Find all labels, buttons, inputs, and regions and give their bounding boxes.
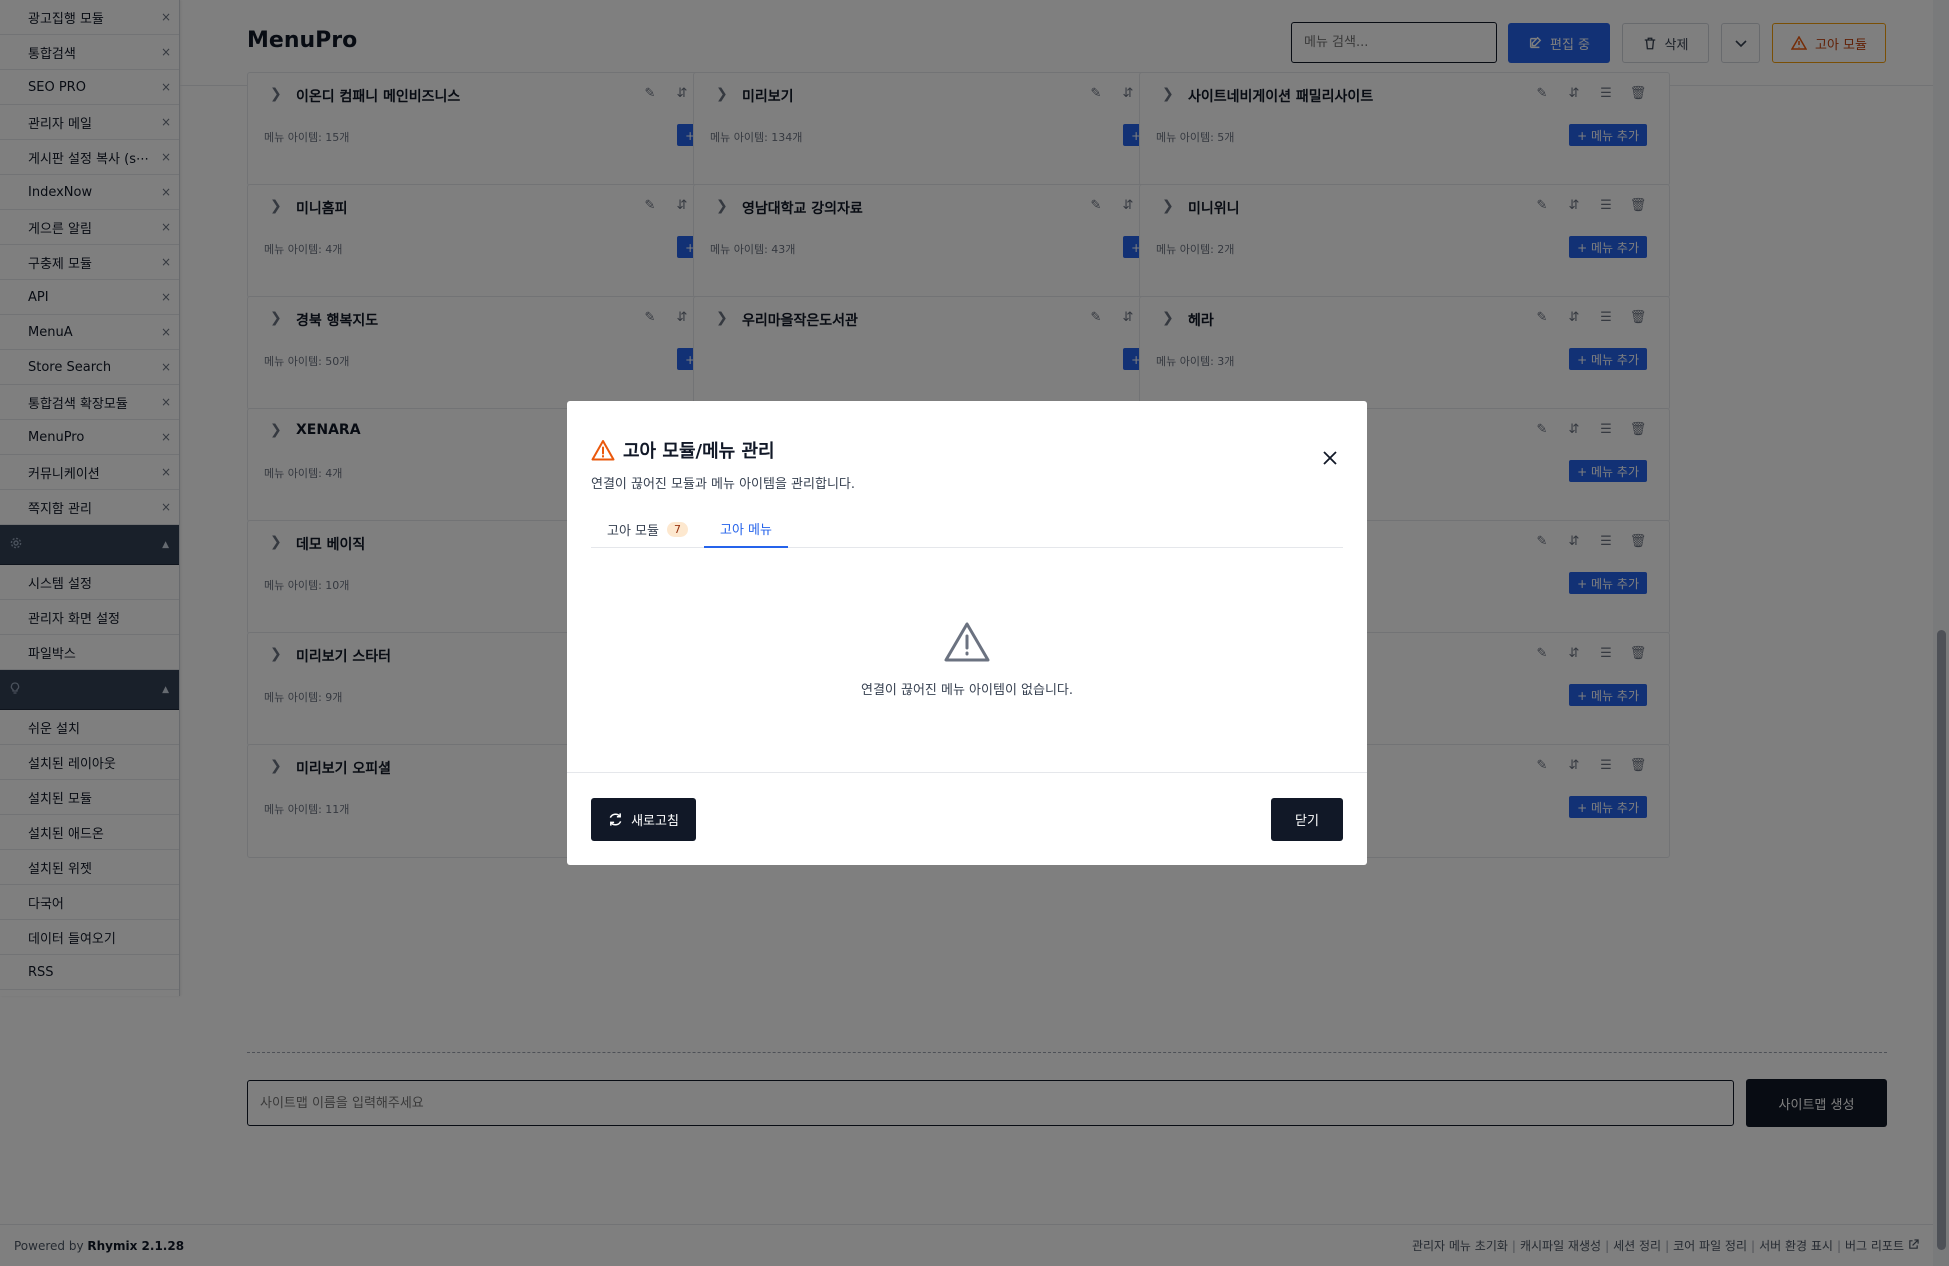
modal-tabs: 고아 모듈 7 고아 메뉴 [591,511,1343,548]
modal-footer: 새로고침 닫기 [567,772,1367,865]
close-icon[interactable] [1323,449,1337,470]
modal-title-text: 고아 모듈/메뉴 관리 [623,441,775,462]
tab-orphan-modules[interactable]: 고아 모듈 7 [591,511,704,548]
warning-icon [944,622,990,662]
tab-orphan-modules-label: 고아 모듈 [607,524,659,539]
modal-title: 고아 모듈/메뉴 관리 [591,437,775,463]
refresh-label: 새로고침 [631,814,679,829]
orphan-modules-count-badge: 7 [666,522,688,537]
modal-subtitle: 연결이 끊어진 모듈과 메뉴 아이템을 관리합니다. [591,477,855,492]
empty-state: 연결이 끊어진 메뉴 아이템이 없습니다. [567,621,1367,698]
orphan-manager-modal: 고아 모듈/메뉴 관리 연결이 끊어진 모듈과 메뉴 아이템을 관리합니다. 고… [567,401,1367,865]
empty-message: 연결이 끊어진 메뉴 아이템이 없습니다. [860,683,1074,698]
close-button[interactable]: 닫기 [1271,798,1343,841]
refresh-button[interactable]: 새로고침 [591,798,696,841]
tab-orphan-menus[interactable]: 고아 메뉴 [703,511,788,548]
tab-orphan-menus-label: 고아 메뉴 [719,523,772,538]
warning-icon [591,440,615,461]
refresh-icon [609,813,622,826]
